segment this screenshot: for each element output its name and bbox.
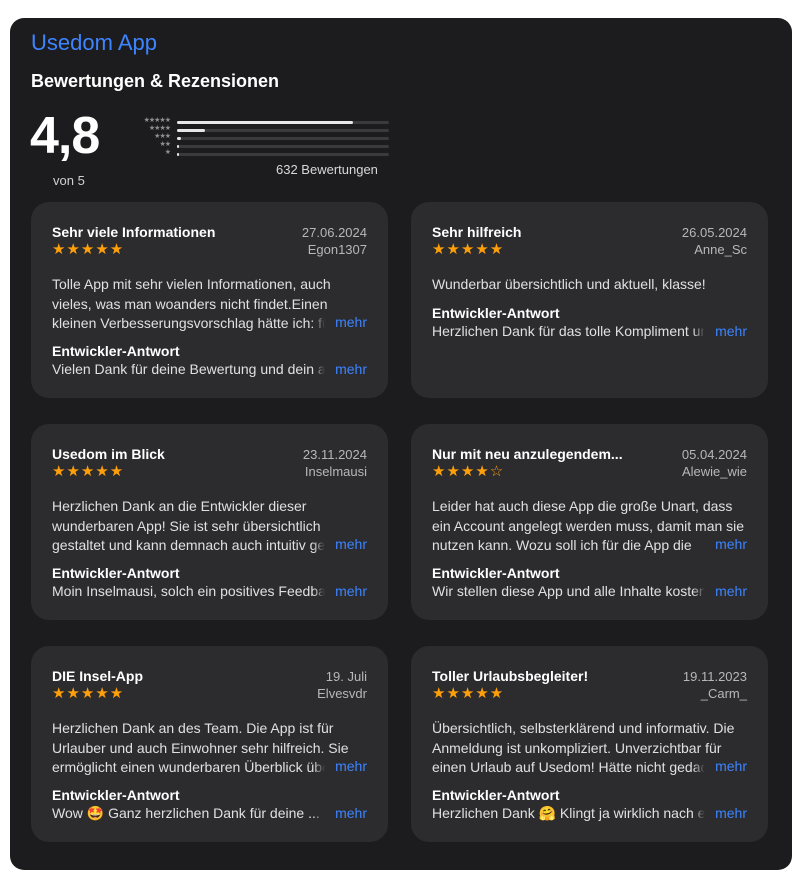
review-title: Nur mit neu anzulegendem... [432, 446, 623, 462]
developer-response-title: Entwickler-Antwort [432, 565, 560, 581]
review-card[interactable]: Sehr hilfreich 26.05.2024 Anne_Sc ★★★★★ … [411, 202, 768, 398]
review-card[interactable]: Usedom im Blick 23.11.2024 Inselmausi ★★… [31, 424, 388, 620]
distribution-bar [177, 137, 389, 140]
star-rating-icons: ★★★★★ [432, 241, 505, 258]
review-card[interactable]: Toller Urlaubsbegleiter! 19.11.2023 _Car… [411, 646, 768, 842]
ratings-panel: Usedom App Bewertungen & Rezensionen 4,8… [10, 18, 792, 870]
review-card[interactable]: Sehr viele Informationen 27.06.2024 Egon… [31, 202, 388, 398]
star-rating-icons: ★★★★★ [52, 463, 125, 480]
distribution-bar [177, 153, 389, 156]
review-card[interactable]: Nur mit neu anzulegendem... 05.04.2024 A… [411, 424, 768, 620]
review-date: 26.05.2024 [681, 225, 747, 240]
distribution-fill [177, 153, 180, 156]
star-rating-icons: ★★★★☆ [432, 463, 505, 480]
review-date: 05.04.2024 [681, 447, 747, 462]
developer-response-text: Vielen Dank für deine Bewertung und dein… [52, 361, 332, 377]
more-link[interactable]: mehr [313, 361, 367, 377]
average-rating: 4,8 [30, 107, 100, 165]
review-date: 23.11.2024 [302, 447, 367, 462]
developer-response-text: Moin Inselmausi, solch ein positives Fee… [52, 583, 332, 599]
review-author: Elvesvdr [317, 686, 367, 701]
rating-scale-label: von 5 [53, 173, 85, 188]
review-author: Inselmausi [304, 464, 367, 479]
review-title: Toller Urlaubsbegleiter! [432, 668, 589, 684]
review-date: 19. Juli [325, 669, 367, 684]
developer-response-text: Herzlichen Dank 🤗 Klingt ja wirklich nac… [432, 805, 712, 821]
review-date: 19.11.2023 [682, 669, 747, 684]
more-link[interactable]: mehr [693, 536, 747, 552]
more-link[interactable]: mehr [313, 314, 367, 330]
distribution-bar [177, 145, 389, 148]
distribution-bar [177, 129, 389, 132]
review-author: Alewie_wie [681, 464, 747, 479]
star-rating-icons: ★★★★★ [432, 685, 505, 702]
review-title: Sehr viele Informationen [52, 224, 216, 240]
review-date: 27.06.2024 [301, 225, 367, 240]
developer-response-title: Entwickler-Antwort [432, 305, 560, 321]
distribution-fill [177, 145, 180, 148]
star-rating-icons: ★★★★★ [52, 685, 125, 702]
review-author: Anne_Sc [694, 242, 747, 257]
rating-count: 632 Bewertungen [276, 162, 378, 177]
review-author: _Carm_ [700, 686, 747, 701]
developer-response-text: Wow 🤩 Ganz herzlichen Dank für deine ... [52, 805, 320, 821]
more-link[interactable]: mehr [693, 758, 747, 774]
review-card[interactable]: DIE Insel-App 19. Juli Elvesvdr ★★★★★ He… [31, 646, 388, 842]
developer-response-text: Herzlichen Dank für das tolle Kompliment… [432, 323, 712, 339]
review-title: DIE Insel-App [52, 668, 144, 684]
more-link[interactable]: mehr [693, 805, 747, 821]
developer-response-title: Entwickler-Antwort [52, 343, 180, 359]
developer-response-title: Entwickler-Antwort [432, 787, 560, 803]
review-title: Usedom im Blick [52, 446, 165, 462]
more-link[interactable]: mehr [693, 583, 747, 599]
more-link[interactable]: mehr [693, 323, 747, 339]
developer-response-text: Wir stellen diese App und alle Inhalte k… [432, 583, 712, 599]
distribution-fill [177, 129, 205, 132]
section-title: Bewertungen & Rezensionen [31, 71, 280, 91]
developer-response-title: Entwickler-Antwort [52, 787, 180, 803]
more-link[interactable]: mehr [313, 583, 367, 599]
review-author: Egon1307 [307, 242, 367, 257]
star-rating-icons: ★★★★★ [52, 241, 125, 258]
star-icons: ★ [164, 149, 171, 156]
distribution-fill [177, 121, 353, 124]
distribution-row-1: ★ [128, 149, 389, 159]
more-link[interactable]: mehr [313, 805, 367, 821]
more-link[interactable]: mehr [313, 536, 367, 552]
distribution-fill [177, 137, 182, 140]
developer-response-title: Entwickler-Antwort [52, 565, 180, 581]
more-link[interactable]: mehr [313, 758, 367, 774]
review-title: Sehr hilfreich [432, 224, 522, 240]
distribution-bar [177, 121, 389, 124]
app-title-link[interactable]: Usedom App [31, 30, 157, 56]
